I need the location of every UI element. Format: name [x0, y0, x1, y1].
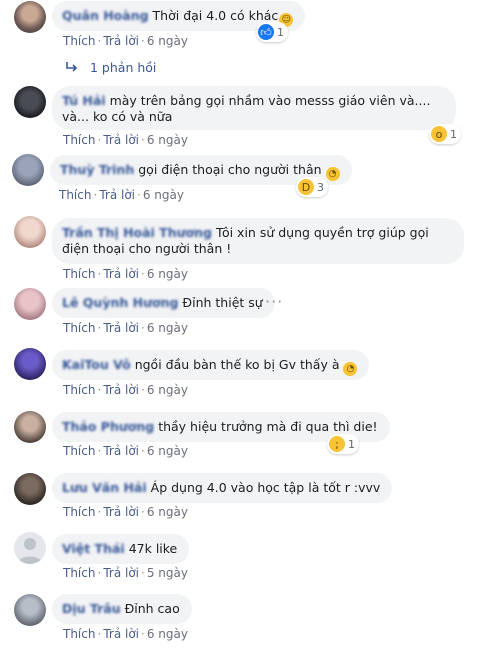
reply-link[interactable]: Trả lời	[103, 444, 139, 458]
comment-timestamp[interactable]: 5 ngày	[147, 566, 188, 580]
pacman-emoji: ◔	[325, 167, 340, 181]
like-link[interactable]: Thích	[63, 566, 95, 580]
comment-bubble: Lê Quỳnh Hương Đỉnh thiệt sự	[52, 288, 275, 318]
haha-icon: D	[298, 179, 314, 195]
reply-link[interactable]: Trả lời	[103, 383, 139, 397]
reply-arrow-icon	[66, 60, 78, 75]
comment-actions: Thích · Trả lời · 6 ngày	[63, 627, 188, 641]
avatar[interactable]	[14, 473, 46, 505]
comment-timestamp[interactable]: 6 ngày	[147, 267, 188, 281]
like-link[interactable]: Thích	[63, 34, 95, 48]
comment-timestamp[interactable]: 6 ngày	[147, 321, 188, 335]
wow-icon: o	[431, 126, 447, 142]
avatar[interactable]	[14, 532, 46, 564]
comment-timestamp[interactable]: 6 ngày	[147, 133, 188, 147]
like-link[interactable]: Thích	[63, 267, 95, 281]
avatar[interactable]	[14, 348, 46, 380]
reaction-count: 1	[348, 437, 355, 451]
reply-link[interactable]: Trả lời	[103, 566, 139, 580]
avatar[interactable]	[14, 288, 46, 320]
comment-author[interactable]: Dịu Trâu	[62, 601, 121, 616]
avatar[interactable]	[12, 154, 44, 186]
comment-actions: Thích · Trả lời · 6 ngày	[63, 444, 188, 458]
reaction-summary[interactable]: 👍︎ 1	[256, 22, 288, 42]
comment-timestamp[interactable]: 6 ngày	[147, 34, 188, 48]
comment-author[interactable]: Trần Thị Hoài Thương	[62, 225, 212, 240]
comment-author[interactable]: KaiTou Vô	[62, 357, 131, 372]
comment-timestamp[interactable]: 6 ngày	[147, 444, 188, 458]
comment-text: Thời đại 4.0 có khác	[152, 8, 279, 23]
comment-bubble: KaiTou Vô ngồi đầu bàn thế ko bị Gv thấy …	[52, 350, 370, 380]
reaction-count: 3	[317, 180, 324, 194]
default-avatar-icon	[18, 538, 42, 564]
like-link[interactable]: Thích	[63, 505, 95, 519]
reaction-count: 1	[277, 25, 284, 39]
avatar[interactable]	[14, 86, 46, 118]
comment-bubble: Tú Hải mày trên bảng gọi nhầm vào messs g…	[52, 86, 456, 130]
reply-link[interactable]: Trả lời	[99, 188, 135, 202]
more-options-icon[interactable]: ···	[265, 292, 283, 311]
comment-author[interactable]: Việt Thái	[62, 541, 125, 556]
view-replies-link[interactable]: 1 phản hồi	[66, 60, 156, 75]
comment-bubble: Việt Thái 47k like	[52, 534, 190, 564]
avatar[interactable]	[14, 1, 46, 33]
comment-bubble: Trần Thị Hoài Thương Tôi xin sử dụng quyề…	[52, 218, 464, 264]
like-link[interactable]: Thích	[59, 188, 91, 202]
comment-timestamp[interactable]: 6 ngày	[147, 627, 188, 641]
comment-bubble: Lưu Văn Hải Áp dụng 4.0 vào học tập là tố…	[52, 473, 393, 503]
comment-actions: Thích · Trả lời · 6 ngày	[63, 383, 188, 397]
comment-timestamp[interactable]: 6 ngày	[143, 188, 184, 202]
reply-link[interactable]: Trả lời	[103, 133, 139, 147]
like-link[interactable]: Thích	[63, 444, 95, 458]
comment-text: Đỉnh thiệt sự	[182, 295, 263, 310]
avatar[interactable]	[14, 594, 46, 626]
replies-label: 1 phản hồi	[90, 60, 157, 75]
comment-text: gọi điện thoại cho người thân	[138, 162, 322, 177]
comment-author[interactable]: Thảo Phương	[62, 419, 154, 434]
comment-text: 47k like	[128, 541, 178, 556]
reply-link[interactable]: Trả lời	[103, 267, 139, 281]
comment-text: Áp dụng 4.0 vào học tập là tốt r :vvv	[150, 480, 381, 495]
avatar[interactable]	[14, 411, 46, 443]
avatar[interactable]	[14, 216, 46, 248]
comment-text: mày trên bảng gọi nhầm vào messs giáo vi…	[62, 93, 431, 124]
reply-link[interactable]: Trả lời	[103, 34, 139, 48]
reaction-summary[interactable]: ; 1	[327, 434, 359, 454]
comment-bubble: Dịu Trâu Đỉnh cao	[52, 594, 192, 624]
comment-actions: Thích · Trả lời · 5 ngày	[63, 566, 188, 580]
like-link[interactable]: Thích	[63, 627, 95, 641]
comment-actions: Thích · Trả lời · 6 ngày	[63, 505, 188, 519]
comment-author[interactable]: Lê Quỳnh Hương	[62, 295, 178, 310]
like-icon: 👍︎	[258, 24, 274, 40]
comment-actions: Thích · Trả lời · 6 ngày	[63, 133, 188, 147]
comment-actions: Thích · Trả lời · 6 ngày	[63, 267, 188, 281]
reply-link[interactable]: Trả lời	[103, 505, 139, 519]
pacman-emoji: ◔	[343, 362, 358, 376]
reply-link[interactable]: Trả lời	[103, 627, 139, 641]
comment-timestamp[interactable]: 6 ngày	[147, 383, 188, 397]
comment-actions: Thích · Trả lời · 6 ngày	[63, 321, 188, 335]
reaction-count: 1	[450, 127, 457, 141]
comment-timestamp[interactable]: 6 ngày	[147, 505, 188, 519]
comment-actions: Thích · Trả lời · 6 ngày	[59, 188, 184, 202]
sad-icon: ;	[329, 436, 345, 452]
reply-link[interactable]: Trả lời	[103, 321, 139, 335]
comment-actions: Thích · Trả lời · 6 ngày	[63, 34, 188, 48]
comment-author[interactable]: Lưu Văn Hải	[62, 480, 147, 495]
like-link[interactable]: Thích	[63, 321, 95, 335]
comment-author[interactable]: Tú Hải	[62, 93, 106, 108]
comment-author[interactable]: Quân Hoàng	[62, 8, 149, 23]
like-link[interactable]: Thích	[63, 383, 95, 397]
comment-text: ngồi đầu bàn thế ko bị Gv thấy à	[134, 357, 340, 372]
comment-author[interactable]: Thuỳ Trinh	[60, 162, 134, 177]
comment-text: Đỉnh cao	[124, 601, 180, 616]
like-link[interactable]: Thích	[63, 133, 95, 147]
reaction-summary[interactable]: D3	[296, 177, 328, 197]
comment-text: thầy hiệu trưởng mà đi qua thì die!	[158, 419, 378, 434]
reaction-summary[interactable]: o1	[429, 124, 461, 144]
